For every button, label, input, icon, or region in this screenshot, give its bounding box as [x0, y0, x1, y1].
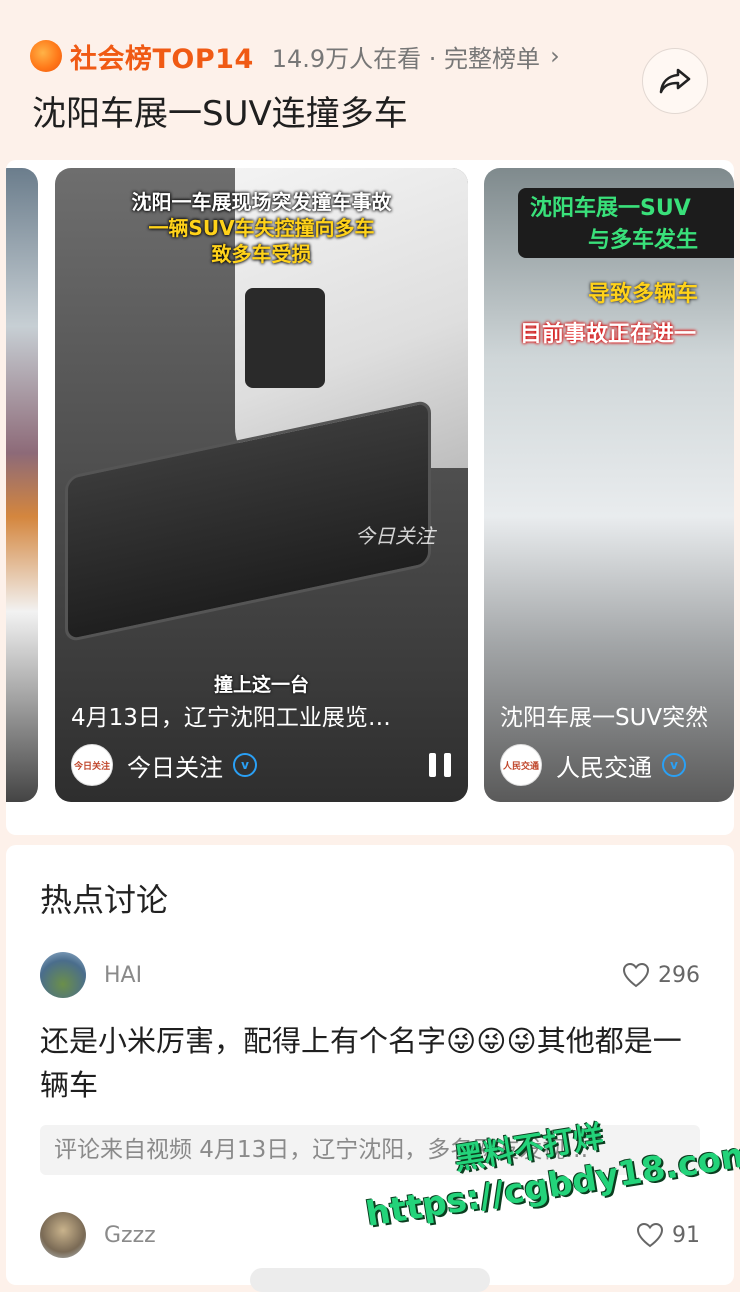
like-button[interactable]: 296 [622, 962, 700, 988]
user-avatar[interactable] [40, 1212, 86, 1258]
video-caption[interactable]: 4月13日，辽宁沈阳工业展览… [71, 698, 451, 732]
topic-title: 沈阳车展一SUV连撞多车 [32, 94, 408, 134]
heart-icon [622, 962, 650, 988]
bottom-bar-handle [250, 1268, 490, 1292]
comment-text: 还是小米厉害，配得上有个名字😜😜😜其他都是一辆车 [40, 1024, 682, 1102]
video-overlay-line: 与多车发生 [588, 228, 699, 253]
video-overlay-line: 一辆SUV车失控撞向多车 [148, 216, 375, 240]
video-overlay-line: 导致多辆车 [588, 282, 699, 307]
video-author-row[interactable]: 人民交通 人民交通 v [500, 744, 734, 786]
like-button[interactable]: 91 [636, 1222, 700, 1248]
video-overlay-line: 致多车受损 [211, 242, 312, 266]
author-name[interactable]: 今日关注 [127, 748, 223, 783]
author-avatar[interactable]: 今日关注 [71, 744, 113, 786]
verified-icon: v [662, 753, 686, 777]
like-count: 296 [658, 962, 700, 988]
full-list-link[interactable]: 14.9万人在看 · 完整榜单 [272, 39, 540, 74]
video-watermark: 今日关注 [355, 524, 435, 548]
share-button[interactable] [642, 48, 708, 114]
author-avatar[interactable]: 人民交通 [500, 744, 542, 786]
video-carousel[interactable]: 沈阳一车展现场突发撞车事故 一辆SUV车失控撞向多车 致多车受损 今日关注 撞上… [6, 160, 734, 835]
user-avatar[interactable] [40, 952, 86, 998]
heart-icon [636, 1222, 664, 1248]
rank-row[interactable]: 社会榜TOP14 14.9万人在看 · 完整榜单 › [30, 36, 560, 76]
video-frame-damage [245, 288, 325, 388]
like-count: 91 [672, 1222, 700, 1248]
video-card-next[interactable]: 沈阳车展一SUV 与多车发生 导致多辆车 目前事故正在进一 沈阳车展一SUV突然… [484, 168, 734, 802]
author-name[interactable]: 人民交通 [556, 748, 652, 783]
verified-icon: v [233, 753, 257, 777]
fire-icon [30, 40, 62, 72]
pause-button[interactable] [429, 753, 451, 777]
rank-label[interactable]: 社会榜TOP14 [70, 37, 254, 76]
video-caption[interactable]: 沈阳车展一SUV突然 [500, 698, 708, 732]
comment-username[interactable]: Gzzz [104, 1223, 156, 1248]
share-icon [659, 68, 691, 94]
video-subtitle: 撞上这一台 [213, 674, 309, 696]
hot-topic-header: 社会榜TOP14 14.9万人在看 · 完整榜单 › 沈阳车展一SUV连撞多车 [0, 0, 740, 160]
video-card-previous[interactable] [6, 168, 38, 802]
video-overlay-line: 沈阳车展一SUV [530, 196, 691, 221]
chevron-right-icon[interactable]: › [550, 42, 560, 70]
video-author-row[interactable]: 今日关注 今日关注 v [71, 744, 461, 786]
section-title: 热点讨论 [40, 881, 169, 919]
comment-username[interactable]: HAI [104, 963, 142, 988]
video-overlay-line: 沈阳一车展现场突发撞车事故 [131, 190, 392, 214]
video-card-main[interactable]: 沈阳一车展现场突发撞车事故 一辆SUV车失控撞向多车 致多车受损 今日关注 撞上… [55, 168, 468, 802]
video-overlay-line: 目前事故正在进一 [520, 322, 697, 347]
